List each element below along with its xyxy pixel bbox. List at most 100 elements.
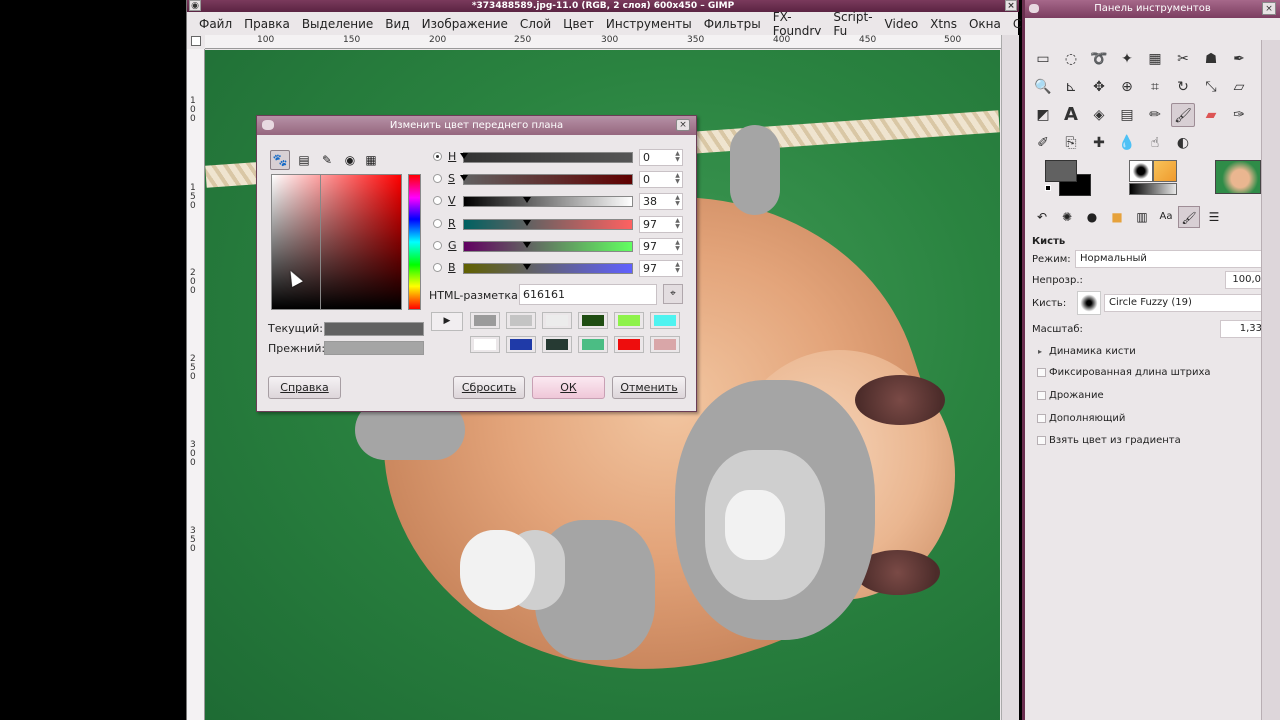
channel-radio-b[interactable] [433,263,442,272]
active-gradient-preview[interactable] [1129,183,1177,195]
zoom-icon[interactable]: 🔍 [1031,75,1055,99]
menu-windows[interactable]: Окна [963,17,1007,31]
active-brush-preview[interactable] [1129,160,1153,182]
slider-marker[interactable] [460,175,468,181]
dialog-titlebar[interactable]: Изменить цвет переднего плана × [257,116,696,135]
perspective-icon[interactable]: ◩ [1031,103,1055,127]
horizontal-ruler[interactable]: 100 150 200 250 300 350 400 450 500 [205,35,1001,49]
brushes-tab-icon[interactable]: ● [1081,206,1103,228]
dodge-burn-icon[interactable]: ◐ [1171,131,1195,155]
fuzzy-select-icon[interactable]: ✦ [1115,47,1139,71]
history-swatch[interactable] [650,336,680,353]
previous-color-swatch[interactable] [324,341,424,355]
gradients-tab-icon[interactable]: ▥ [1131,206,1153,228]
menu-xtns[interactable]: Xtns [924,17,963,31]
toolbox-scrollbar[interactable] [1261,40,1280,720]
bucket-fill-icon[interactable]: ◈ [1087,103,1111,127]
menu-tools[interactable]: Инструменты [600,17,698,31]
airbrush-icon[interactable]: ✑ [1227,103,1251,127]
menu-filters[interactable]: Фильтры [698,17,767,31]
opacity-field[interactable]: 100,0 [1225,271,1265,289]
shear-icon[interactable]: ▱ [1227,75,1251,99]
menu-script-fu[interactable]: Script-Fu [827,10,878,38]
heal-icon[interactable]: ✚ [1087,131,1111,155]
slider-marker[interactable] [460,153,468,159]
paths-icon[interactable]: ✒ [1227,47,1251,71]
foreground-color-swatch[interactable] [1045,160,1077,182]
channel-radio-h[interactable] [433,152,442,161]
channel-slider-b[interactable] [463,263,633,274]
toolbox-titlebar[interactable]: Панель инструментов × [1025,0,1280,18]
channel-slider-r[interactable] [463,219,633,230]
color-select-icon[interactable]: ▦ [1143,47,1167,71]
watercolor-selector-icon[interactable]: ✎ [317,150,337,170]
menu-video[interactable]: Video [879,17,925,31]
vertical-ruler[interactable]: 100 150 200 250 300 350 [187,49,205,720]
help-button[interactable]: Справка [268,376,341,399]
menu-view[interactable]: Вид [379,17,415,31]
channel-radio-v[interactable] [433,196,442,205]
menu-file[interactable]: Файл [193,17,238,31]
slider-marker[interactable] [523,220,532,226]
fixed-length-checkbox[interactable] [1037,368,1046,377]
active-image-preview[interactable] [1215,160,1261,194]
ok-button[interactable]: ОК [532,376,605,399]
eraser-icon[interactable]: ▰ [1199,103,1223,127]
cancel-button[interactable]: Отменить [612,376,686,399]
history-swatch[interactable] [506,312,536,329]
menu-edit[interactable]: Правка [238,17,296,31]
text-tool-icon[interactable]: A [1059,103,1083,127]
foreground-select-icon[interactable]: ☗ [1199,47,1223,71]
paintbrush-icon[interactable]: 🖌 [1171,103,1195,127]
cmyk-selector-icon[interactable]: ▤ [294,150,314,170]
add-to-history-button[interactable]: ▶ [431,312,463,331]
history-swatch[interactable] [506,336,536,353]
history-swatch[interactable] [578,312,608,329]
fonts-tab-icon[interactable]: Aa [1155,206,1177,228]
menu-layer[interactable]: Слой [514,17,557,31]
dialog-menu-icon[interactable] [262,120,274,130]
quick-mask-toggle[interactable] [191,36,201,46]
menu-select[interactable]: Выделение [296,17,379,31]
channel-spin-r[interactable]: 97 ▲ ▼ [639,216,683,233]
active-pattern-preview[interactable] [1153,160,1177,182]
dynamics-label[interactable]: Динамика кисти [1049,346,1136,357]
clone-icon[interactable]: ⎘ [1059,131,1083,155]
blur-icon[interactable]: 💧 [1115,131,1139,155]
crop-icon[interactable]: ⌗ [1143,75,1167,99]
hue-strip[interactable] [408,174,421,310]
patterns-tab-icon[interactable]: ■ [1106,206,1128,228]
channel-spin-v[interactable]: 38 ▲ ▼ [639,193,683,210]
paintbrush-options-tab-icon[interactable]: 🖌 [1178,206,1200,228]
toolbox-menu-icon[interactable] [1029,4,1039,13]
scale-field[interactable]: 1,33 [1220,320,1266,338]
channel-spin-s[interactable]: 0 ▲ ▼ [639,171,683,188]
history-swatch[interactable] [614,312,644,329]
palette-selector-icon[interactable]: ▦ [361,150,381,170]
gimp-selector-icon[interactable]: 🐾 [270,150,290,170]
history-swatch[interactable] [470,336,500,353]
ellipse-select-icon[interactable]: ◌ [1059,47,1083,71]
rotate-icon[interactable]: ↻ [1171,75,1195,99]
ink-icon[interactable]: ✐ [1031,131,1055,155]
gradient-color-checkbox[interactable] [1037,436,1046,445]
channel-slider-v[interactable] [463,196,633,207]
rect-select-icon[interactable]: ▭ [1031,47,1055,71]
move-icon[interactable]: ✥ [1087,75,1111,99]
history-swatch[interactable] [542,336,572,353]
window-menu-icon[interactable]: ◉ [189,0,201,11]
scale-icon[interactable]: ⤡ [1199,75,1223,99]
channel-spin-g[interactable]: 97 ▲ ▼ [639,238,683,255]
scissors-select-icon[interactable]: ✂ [1171,47,1195,71]
channel-radio-g[interactable] [433,241,442,250]
close-icon[interactable]: × [1005,0,1017,11]
menu-fx-foundry[interactable]: FX-Foundry [767,10,828,38]
reset-button[interactable]: Сбросить [453,376,525,399]
channel-slider-s[interactable] [460,174,633,185]
channel-spin-h[interactable]: 0 ▲ ▼ [639,149,683,166]
blend-icon[interactable]: ▤ [1115,103,1139,127]
expander-icon[interactable]: ▸ [1038,347,1042,356]
slider-marker[interactable] [523,242,532,248]
close-icon[interactable]: × [1262,2,1276,15]
channel-slider-g[interactable] [463,241,633,252]
